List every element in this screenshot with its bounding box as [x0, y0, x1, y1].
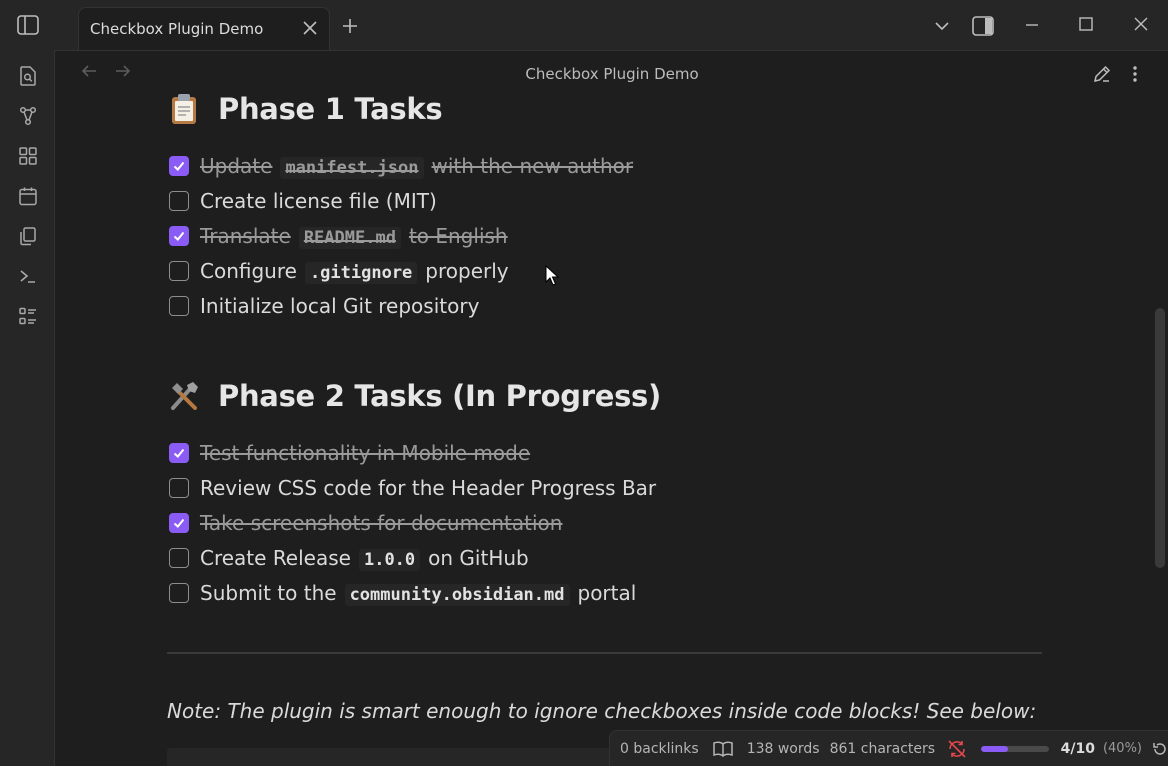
- copy-files-icon[interactable]: [17, 225, 39, 247]
- canvas-icon[interactable]: [17, 145, 39, 167]
- graph-view-icon[interactable]: [17, 105, 39, 127]
- task-item: Configure .gitignore properly: [167, 257, 509, 285]
- calendar-icon[interactable]: [17, 185, 39, 207]
- checkbox[interactable]: [169, 261, 189, 281]
- edit-pencil-icon[interactable]: [1092, 64, 1112, 84]
- title-bar: Checkbox Plugin Demo: [0, 0, 1168, 51]
- scrollbar[interactable]: [1155, 308, 1165, 568]
- clipboard-icon: [167, 92, 201, 126]
- status-bar: 0 backlinks 138 words 861 characters 4/1…: [609, 730, 1168, 766]
- checkbox[interactable]: [169, 443, 189, 463]
- checkbox[interactable]: [169, 513, 189, 533]
- checkbox[interactable]: [169, 583, 189, 603]
- progress-percent: (40%): [1102, 741, 1142, 756]
- hammer-and-wrench-icon: [167, 379, 201, 413]
- right-sidebar-toggle-icon[interactable]: [971, 15, 995, 37]
- checkbox[interactable]: [169, 226, 189, 246]
- sidebar-toggle-icon[interactable]: [16, 14, 40, 36]
- window-close-icon[interactable]: [1133, 16, 1149, 32]
- checkbox[interactable]: [169, 156, 189, 176]
- new-tab-icon[interactable]: [341, 17, 359, 35]
- checkbox[interactable]: [169, 296, 189, 316]
- checkbox[interactable]: [169, 548, 189, 568]
- note-text: Note: The plugin is smart enough to igno…: [167, 699, 1037, 723]
- checkbox[interactable]: [169, 478, 189, 498]
- checkbox[interactable]: [169, 191, 189, 211]
- character-count: 861 characters: [829, 740, 936, 757]
- task-item: Initialize local Git repository: [167, 292, 479, 320]
- task-item: Review CSS code for the Header Progress …: [167, 474, 656, 502]
- close-icon[interactable]: [303, 21, 317, 35]
- more-options-icon[interactable]: [1132, 65, 1138, 83]
- task-item: Update manifest.json with the new author: [167, 152, 633, 180]
- tab-title: Checkbox Plugin Demo: [90, 20, 264, 38]
- backlinks-count[interactable]: 0 backlinks: [620, 741, 699, 757]
- task-text: Initialize local Git repository: [200, 294, 480, 318]
- task-item: Translate README.md to English: [167, 222, 508, 250]
- progress-ratio: 4/10: [1060, 740, 1095, 757]
- task-text: Update manifest.json with the new author: [200, 154, 634, 179]
- task-text: Create Release 1.0.0 on GitHub: [200, 546, 529, 571]
- progress-fill: [981, 745, 1009, 752]
- reset-icon[interactable]: [1152, 741, 1168, 757]
- active-tab[interactable]: Checkbox Plugin Demo: [78, 7, 330, 50]
- task-item: Create license file (MIT): [167, 187, 437, 215]
- task-text: Create license file (MIT): [200, 189, 437, 213]
- reading-mode-icon[interactable]: [712, 741, 733, 757]
- task-item: Take screenshots for documentation: [167, 509, 562, 537]
- task-text: Configure .gitignore properly: [200, 259, 509, 284]
- list-view-icon[interactable]: [17, 305, 39, 327]
- terminal-icon[interactable]: [17, 265, 39, 287]
- phase-2-title: Phase 2 Tasks (In Progress): [218, 379, 661, 413]
- left-ribbon: [0, 50, 55, 766]
- view-title: Checkbox Plugin Demo: [525, 65, 699, 83]
- phase-1-heading: Phase 1 Tasks: [167, 89, 443, 129]
- minimize-icon[interactable]: [1024, 17, 1040, 33]
- task-text: Test functionality in Mobile mode: [200, 441, 531, 465]
- progress-bar: [981, 745, 1049, 752]
- mouse-cursor-icon: [545, 265, 559, 287]
- horizontal-rule: [167, 652, 1042, 654]
- task-item: Create Release 1.0.0 on GitHub: [167, 544, 529, 572]
- task-text: Submit to the community.obsidian.md portal: [200, 581, 637, 606]
- sync-disabled-icon[interactable]: [947, 739, 967, 758]
- chevron-down-icon[interactable]: [933, 18, 951, 34]
- phase-2-heading: Phase 2 Tasks (In Progress): [167, 376, 661, 416]
- search-file-icon[interactable]: [17, 65, 39, 87]
- task-item: Test functionality in Mobile mode: [167, 439, 530, 467]
- task-text: Take screenshots for documentation: [200, 511, 563, 535]
- task-text: Translate README.md to English: [200, 224, 508, 249]
- word-count: 138 words: [746, 740, 820, 757]
- task-item: Submit to the community.obsidian.md portal: [167, 579, 636, 607]
- phase-1-title: Phase 1 Tasks: [218, 92, 443, 126]
- maximize-icon[interactable]: [1078, 16, 1094, 32]
- task-text: Review CSS code for the Header Progress …: [200, 476, 657, 500]
